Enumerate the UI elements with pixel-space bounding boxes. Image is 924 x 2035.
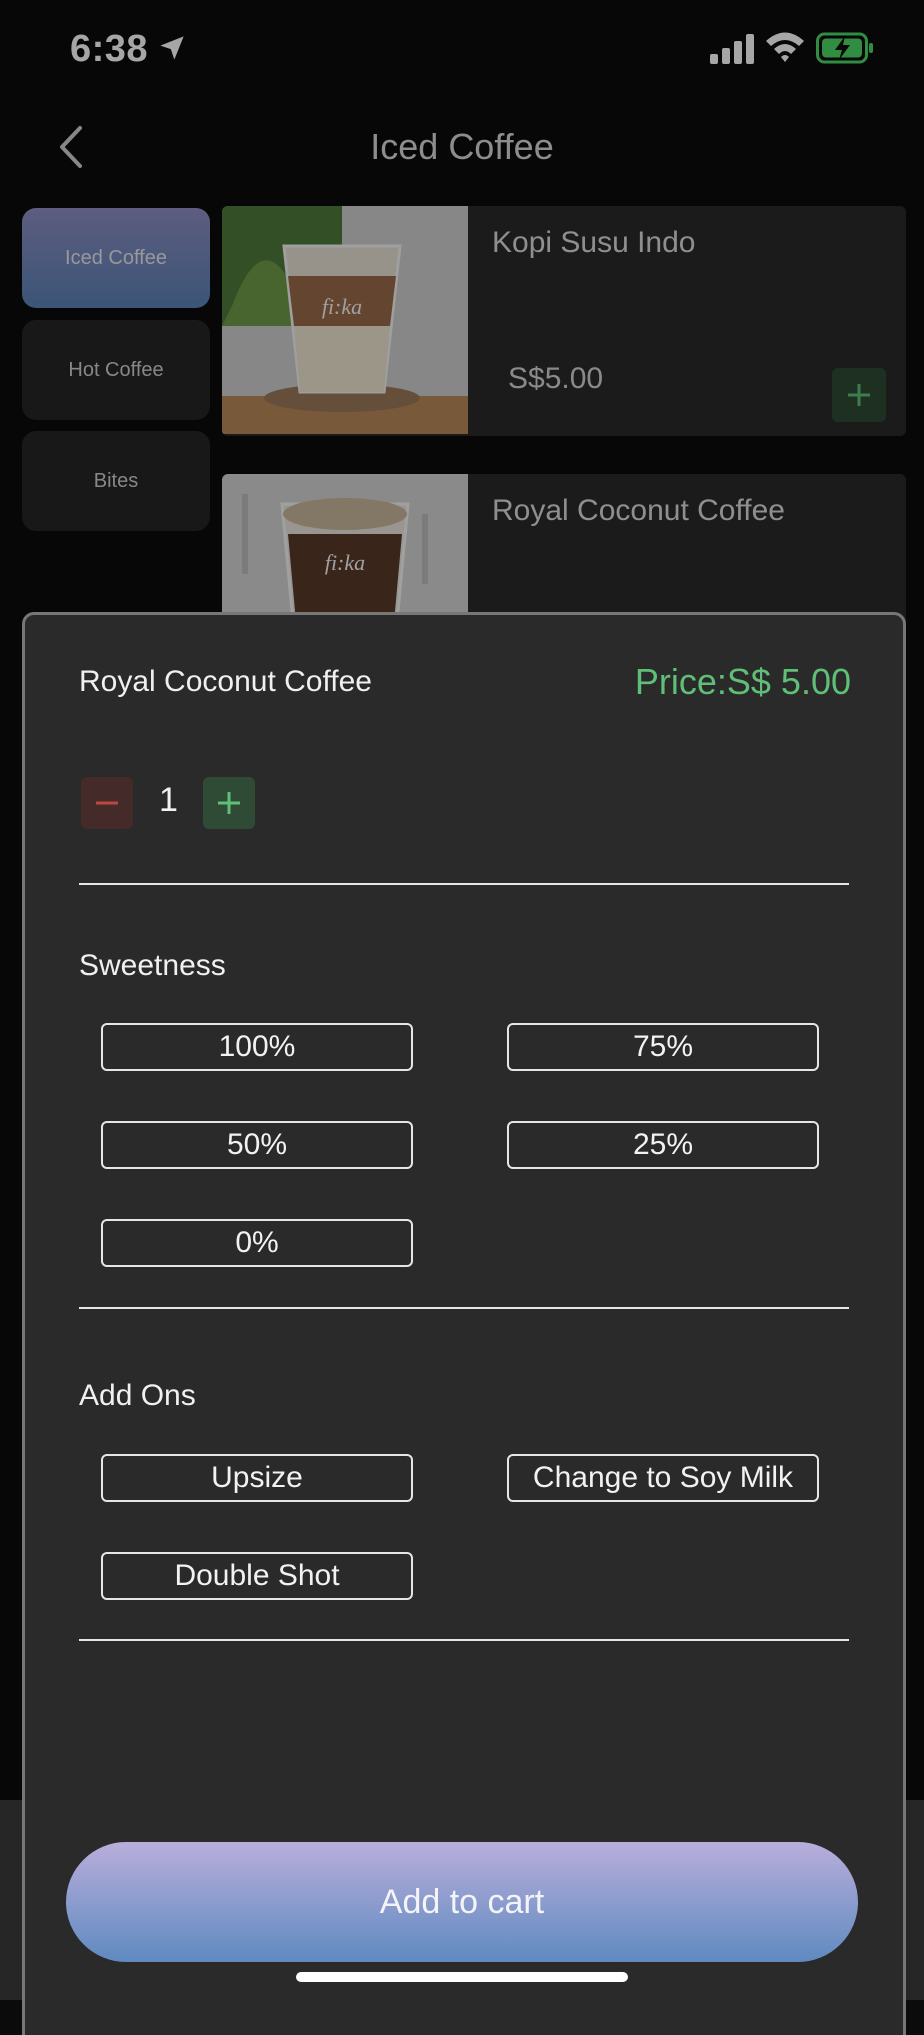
divider <box>79 1639 849 1641</box>
sweetness-option-50[interactable]: 50% <box>101 1121 413 1169</box>
quantity-value: 1 <box>159 781 178 819</box>
divider <box>79 883 849 885</box>
add-on-soy-milk[interactable]: Change to Soy Milk <box>507 1454 819 1502</box>
add-to-cart-button[interactable]: Add to cart <box>66 1842 858 1962</box>
minus-icon <box>96 801 118 805</box>
sweetness-option-25[interactable]: 25% <box>507 1121 819 1169</box>
sheet-price: Price:S$ 5.00 <box>634 661 851 702</box>
add-ons-title: Add Ons <box>79 1379 196 1412</box>
home-indicator <box>296 1972 628 1982</box>
sweetness-option-75[interactable]: 75% <box>507 1023 819 1071</box>
plus-icon <box>218 792 240 814</box>
quantity-increase-button[interactable] <box>203 777 255 829</box>
divider <box>79 1307 849 1309</box>
add-on-double-shot[interactable]: Double Shot <box>101 1552 413 1600</box>
add-on-upsize[interactable]: Upsize <box>101 1454 413 1502</box>
sweetness-option-100[interactable]: 100% <box>101 1023 413 1071</box>
sheet-product-name: Royal Coconut Coffee <box>79 665 372 698</box>
sweetness-title: Sweetness <box>79 949 226 982</box>
product-options-sheet: Royal Coconut Coffee Price:S$ 5.00 1 Swe… <box>22 612 906 2035</box>
quantity-decrease-button[interactable] <box>81 777 133 829</box>
sweetness-option-0[interactable]: 0% <box>101 1219 413 1267</box>
